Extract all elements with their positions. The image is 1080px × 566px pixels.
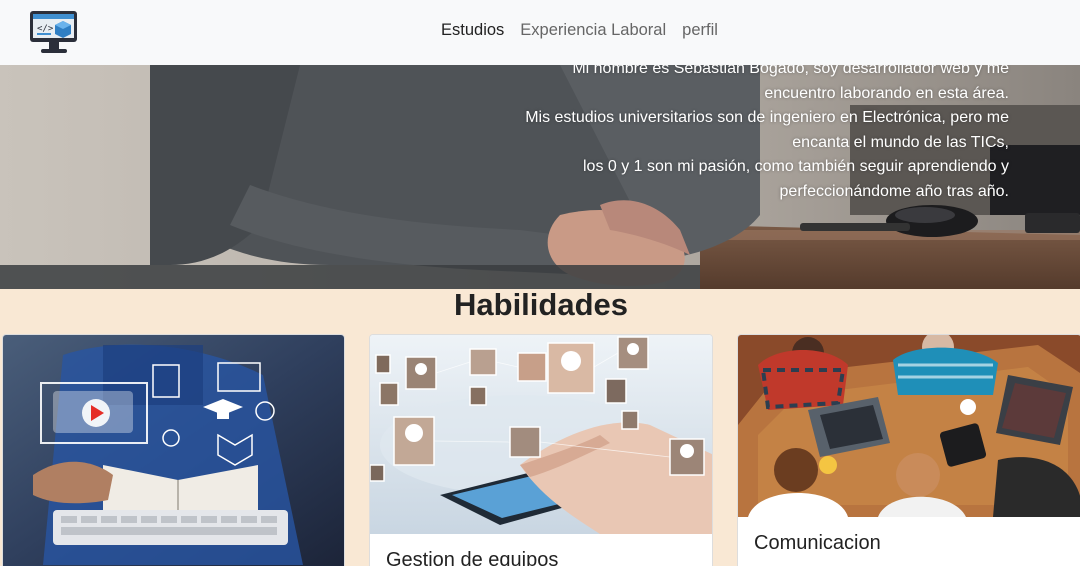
computer-code-icon[interactable]: </>: [29, 9, 79, 55]
hero-text-line: los 0 y 1 son mi pasión, como también se…: [582, 158, 1009, 175]
skills-section-title: Habilidades: [454, 287, 628, 322]
hero-intro-text: Mi nombre es Sebastián Bogado, soy desar…: [449, 65, 1009, 204]
nav-link-estudios[interactable]: Estudios: [441, 21, 504, 40]
skill-card-title: Gestion de equipos: [386, 549, 559, 566]
online-education-image: [3, 335, 344, 566]
nav-link-experiencia-laboral[interactable]: Experiencia Laboral: [520, 21, 666, 40]
svg-text:</>: </>: [37, 24, 54, 34]
hero-banner: Mi nombre es Sebastián Bogado, soy desar…: [0, 65, 1080, 289]
team-network-image: [370, 335, 712, 534]
nav-links: Estudios Experiencia Laboral perfil: [441, 21, 718, 40]
skill-card-comunicacion[interactable]: Comunicacion: [737, 334, 1080, 566]
hero-text-line: Mis estudios universitarios son de ingen…: [525, 109, 1009, 126]
hero-text-line: encanta el mundo de las TICs,: [792, 133, 1009, 151]
skill-card-online-learning[interactable]: [2, 334, 345, 566]
hero-text-line: Mi nombre es Sebastián Bogado, soy desar…: [572, 65, 1009, 77]
navbar: </> Estudios Experiencia Laboral perfil: [0, 0, 1080, 65]
skill-card-title: Comunicacion: [754, 532, 881, 554]
teamwork-meeting-image: [738, 335, 1080, 517]
hero-text-line: perfeccionándome año tras año.: [779, 182, 1009, 200]
nav-link-perfil[interactable]: perfil: [682, 21, 718, 40]
hero-text-line: encuentro laborando en esta área.: [764, 84, 1009, 102]
skill-card-gestion-de-equipos[interactable]: Gestion de equipos: [369, 334, 713, 566]
